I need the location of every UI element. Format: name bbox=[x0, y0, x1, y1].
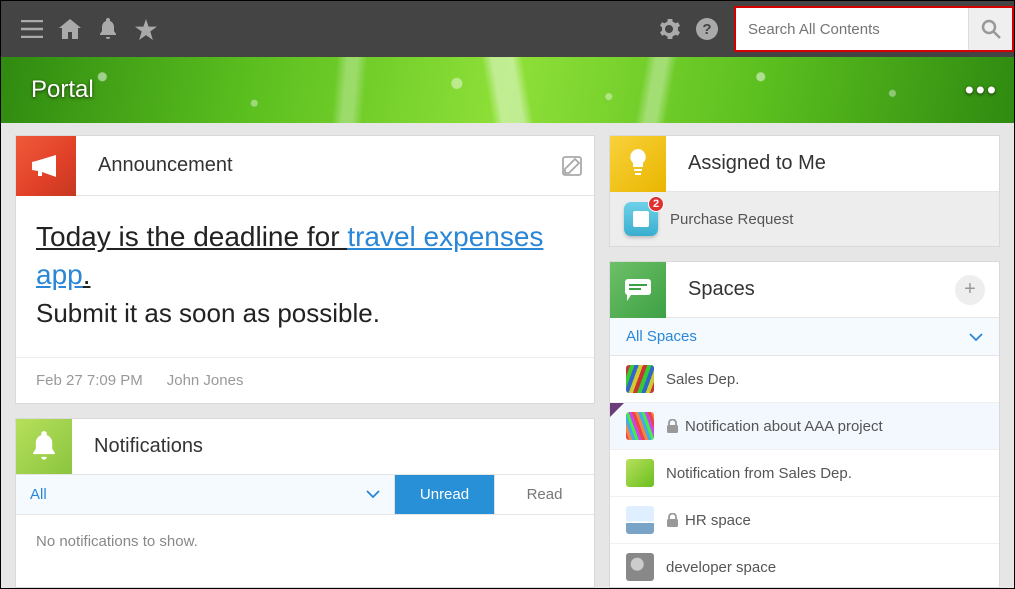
notifications-read-button[interactable]: Read bbox=[494, 475, 594, 514]
page-title: Portal bbox=[31, 76, 94, 104]
speech-icon bbox=[610, 262, 666, 318]
search-button[interactable] bbox=[968, 8, 1012, 50]
right-column: Assigned to Me 2 Purchase Request Spaces… bbox=[609, 135, 1000, 588]
assigned-card: Assigned to Me 2 Purchase Request bbox=[609, 135, 1000, 247]
notifications-unread-button[interactable]: Unread bbox=[394, 475, 494, 514]
badge: 2 bbox=[648, 196, 664, 212]
space-label: developer space bbox=[666, 559, 776, 576]
lock-icon bbox=[666, 513, 679, 527]
lock-icon bbox=[666, 419, 679, 433]
chevron-down-icon bbox=[366, 490, 380, 498]
bell-icon[interactable] bbox=[89, 10, 127, 48]
svg-text:?: ? bbox=[702, 21, 711, 38]
announcement-title: Announcement bbox=[76, 154, 550, 177]
space-thumb bbox=[626, 506, 654, 534]
spaces-filter[interactable]: All Spaces bbox=[610, 318, 999, 356]
space-label: Notification about AAA project bbox=[685, 418, 883, 435]
search-box bbox=[734, 6, 1014, 52]
space-row[interactable]: Sales Dep. bbox=[610, 356, 999, 403]
home-icon[interactable] bbox=[51, 10, 89, 48]
announcement-headline: Today is the deadline for travel expense… bbox=[36, 218, 574, 294]
help-icon[interactable]: ? bbox=[688, 10, 726, 48]
space-thumb bbox=[626, 412, 654, 440]
notifications-bell-icon bbox=[16, 418, 72, 474]
notifications-card: Notifications All Unread Read No notific… bbox=[15, 418, 595, 588]
left-column: Announcement Today is the deadline for t… bbox=[15, 135, 595, 588]
space-label: HR space bbox=[685, 512, 751, 529]
space-thumb bbox=[626, 365, 654, 393]
assigned-title: Assigned to Me bbox=[666, 152, 999, 175]
notifications-title: Notifications bbox=[72, 435, 594, 458]
assigned-item-label: Purchase Request bbox=[670, 211, 793, 228]
spaces-list: Sales Dep. Notification about AAA project… bbox=[610, 356, 999, 588]
spaces-card: Spaces + All Spaces Sales Dep. Notificati… bbox=[609, 261, 1000, 588]
space-row[interactable]: developer space bbox=[610, 544, 999, 588]
search-input[interactable] bbox=[736, 8, 968, 50]
announcement-body: Submit it as soon as possible. bbox=[36, 298, 574, 329]
edit-icon[interactable] bbox=[550, 156, 594, 176]
space-row[interactable]: HR space bbox=[610, 497, 999, 544]
announcement-card: Announcement Today is the deadline for t… bbox=[15, 135, 595, 404]
space-label: Notification from Sales Dep. bbox=[666, 465, 852, 482]
lightbulb-icon bbox=[610, 136, 666, 192]
menu-icon[interactable] bbox=[13, 10, 51, 48]
space-row[interactable]: Notification from Sales Dep. bbox=[610, 450, 999, 497]
app-icon: 2 bbox=[624, 202, 658, 236]
announcement-author: John Jones bbox=[167, 372, 244, 389]
banner: Portal ••• bbox=[1, 57, 1014, 123]
notifications-empty: No notifications to show. bbox=[16, 515, 594, 568]
gear-icon[interactable] bbox=[650, 10, 688, 48]
space-label: Sales Dep. bbox=[666, 371, 739, 388]
spaces-title: Spaces bbox=[666, 278, 955, 301]
topbar: ? bbox=[1, 1, 1014, 57]
chevron-down-icon bbox=[969, 333, 983, 341]
announcement-time: Feb 27 7:09 PM bbox=[36, 372, 143, 389]
space-thumb bbox=[626, 553, 654, 581]
notifications-filter-all[interactable]: All bbox=[16, 475, 394, 514]
star-icon[interactable] bbox=[127, 10, 165, 48]
banner-more-icon[interactable]: ••• bbox=[965, 75, 998, 106]
announcement-meta: Feb 27 7:09 PM John Jones bbox=[16, 357, 594, 403]
space-row[interactable]: Notification about AAA project bbox=[610, 403, 999, 450]
megaphone-icon bbox=[16, 136, 76, 196]
space-thumb bbox=[626, 459, 654, 487]
add-space-button[interactable]: + bbox=[955, 275, 985, 305]
main: Announcement Today is the deadline for t… bbox=[1, 123, 1014, 588]
assigned-item[interactable]: 2 Purchase Request bbox=[610, 192, 999, 246]
